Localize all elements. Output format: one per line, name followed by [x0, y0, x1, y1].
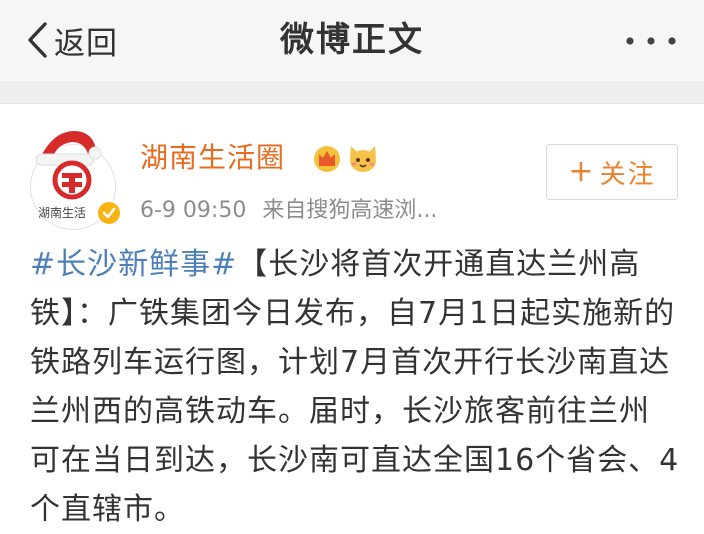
cat-badge-icon	[346, 142, 380, 178]
avatar-caption: 湖南生活	[38, 206, 87, 220]
follow-button[interactable]: + 关注	[546, 144, 678, 200]
top-nav-bar: 返回 微博正文	[0, 0, 704, 83]
more-options-button[interactable]	[624, 24, 678, 58]
post-timestamp: 6-9 09:50	[140, 198, 247, 223]
more-dots-icon	[624, 37, 678, 62]
crown-vip-icon	[312, 144, 342, 176]
post-text: 【长沙将首次开通直达兰州高铁】：广铁集团今日发布，自7月1日起实施新的铁路列车运…	[30, 247, 680, 527]
follow-label: 关注	[599, 159, 656, 190]
post-source[interactable]: 来自搜狗高速浏...	[262, 198, 437, 223]
plus-icon: +	[568, 154, 594, 189]
post-body: #长沙新鲜事#【长沙将首次开通直达兰州高铁】：广铁集团今日发布，自7月1日起实施…	[30, 240, 680, 534]
post-card: 湖南生活 湖南生活圈 6-9 09:50 来自搜狗高速浏... + 关注 #长沙…	[0, 104, 704, 532]
verified-badge-icon	[96, 200, 122, 226]
page-title: 微博正文	[280, 20, 424, 60]
user-name[interactable]: 湖南生活圈	[140, 140, 285, 176]
post-meta: 6-9 09:50 来自搜狗高速浏...	[140, 196, 437, 226]
section-divider	[0, 83, 704, 104]
hunan-logo-icon	[48, 160, 96, 204]
topic-hashtag-link[interactable]: #长沙新鲜事#	[30, 247, 237, 282]
